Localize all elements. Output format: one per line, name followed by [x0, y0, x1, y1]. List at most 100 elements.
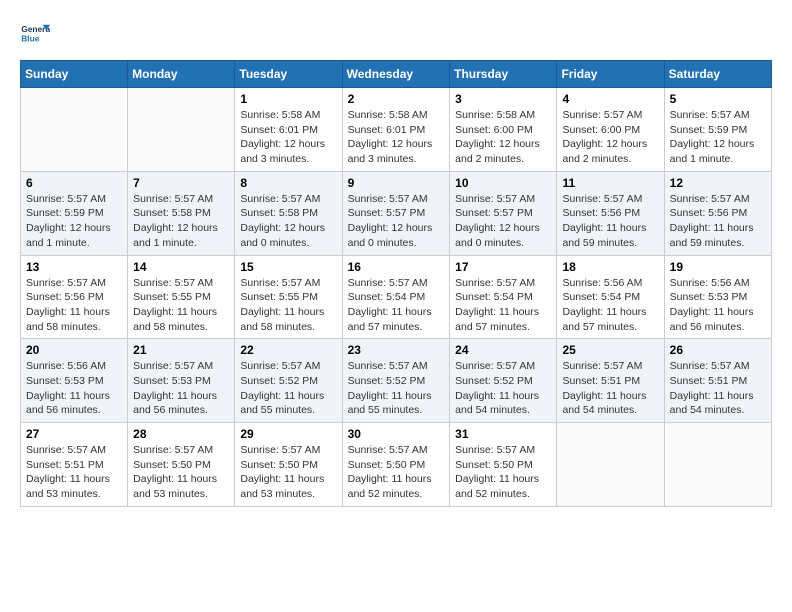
day-number: 1: [240, 92, 336, 106]
calendar-day-header: Thursday: [450, 61, 557, 88]
calendar-cell: 10Sunrise: 5:57 AMSunset: 5:57 PMDayligh…: [450, 171, 557, 255]
day-info: Sunrise: 5:57 AMSunset: 5:58 PMDaylight:…: [240, 192, 336, 251]
calendar-day-header: Wednesday: [342, 61, 450, 88]
calendar-cell: 21Sunrise: 5:57 AMSunset: 5:53 PMDayligh…: [128, 339, 235, 423]
calendar-cell: 3 Sunrise: 5:58 AMSunset: 6:00 PMDaylight…: [450, 88, 557, 172]
calendar-cell: 28 Sunrise: 5:57 AMSunset: 5:50 PMDayligh…: [128, 423, 235, 507]
day-number: 30: [348, 427, 445, 441]
day-info: Sunrise: 5:57 AMSunset: 5:54 PMDaylight:…: [455, 276, 551, 335]
calendar-day-header: Sunday: [21, 61, 128, 88]
calendar-week-row: 6 Sunrise: 5:57 AMSunset: 5:59 PMDaylight…: [21, 171, 772, 255]
day-info: Sunrise: 5:57 AMSunset: 5:54 PMDaylight:…: [348, 276, 445, 335]
calendar-cell: 12 Sunrise: 5:57 AMSunset: 5:56 PMDayligh…: [664, 171, 771, 255]
day-number: 18: [562, 260, 658, 274]
calendar-cell: 16 Sunrise: 5:57 AMSunset: 5:54 PMDayligh…: [342, 255, 450, 339]
day-info: Sunrise: 5:57 AMSunset: 5:51 PMDaylight:…: [26, 443, 122, 502]
day-number: 13: [26, 260, 122, 274]
day-info: Sunrise: 5:56 AMSunset: 5:53 PMDaylight:…: [670, 276, 766, 335]
svg-text:Blue: Blue: [21, 34, 40, 44]
day-info: Sunrise: 5:58 AMSunset: 6:01 PMDaylight:…: [240, 108, 336, 167]
day-info: Sunrise: 5:58 AMSunset: 6:00 PMDaylight:…: [455, 108, 551, 167]
day-number: 29: [240, 427, 336, 441]
calendar-cell: 22Sunrise: 5:57 AMSunset: 5:52 PMDayligh…: [235, 339, 342, 423]
day-info: Sunrise: 5:57 AMSunset: 5:58 PMDaylight:…: [133, 192, 229, 251]
day-info: Sunrise: 5:57 AMSunset: 5:52 PMDaylight:…: [348, 359, 445, 418]
day-number: 27: [26, 427, 122, 441]
calendar-week-row: 20Sunrise: 5:56 AMSunset: 5:53 PMDayligh…: [21, 339, 772, 423]
day-info: Sunrise: 5:57 AMSunset: 6:00 PMDaylight:…: [562, 108, 658, 167]
calendar-cell: 26 Sunrise: 5:57 AMSunset: 5:51 PMDayligh…: [664, 339, 771, 423]
day-number: 6: [26, 176, 122, 190]
day-number: 16: [348, 260, 445, 274]
day-info: Sunrise: 5:57 AMSunset: 5:52 PMDaylight:…: [455, 359, 551, 418]
calendar-week-row: 1 Sunrise: 5:58 AMSunset: 6:01 PMDaylight…: [21, 88, 772, 172]
calendar-cell: 2 Sunrise: 5:58 AMSunset: 6:01 PMDaylight…: [342, 88, 450, 172]
day-number: 5: [670, 92, 766, 106]
day-number: 24: [455, 343, 551, 357]
calendar-cell: 18 Sunrise: 5:56 AMSunset: 5:54 PMDayligh…: [557, 255, 664, 339]
day-info: Sunrise: 5:57 AMSunset: 5:51 PMDaylight:…: [670, 359, 766, 418]
calendar-cell: 27 Sunrise: 5:57 AMSunset: 5:51 PMDayligh…: [21, 423, 128, 507]
day-info: Sunrise: 5:57 AMSunset: 5:56 PMDaylight:…: [670, 192, 766, 251]
day-number: 26: [670, 343, 766, 357]
day-info: Sunrise: 5:57 AMSunset: 5:55 PMDaylight:…: [240, 276, 336, 335]
day-info: Sunrise: 5:57 AMSunset: 5:50 PMDaylight:…: [133, 443, 229, 502]
calendar-cell: [21, 88, 128, 172]
day-number: 15: [240, 260, 336, 274]
calendar-cell: 13 Sunrise: 5:57 AMSunset: 5:56 PMDayligh…: [21, 255, 128, 339]
day-info: Sunrise: 5:57 AMSunset: 5:50 PMDaylight:…: [348, 443, 445, 502]
logo: General Blue: [20, 20, 50, 50]
calendar-cell: 14Sunrise: 5:57 AMSunset: 5:55 PMDayligh…: [128, 255, 235, 339]
day-number: 19: [670, 260, 766, 274]
calendar-cell: 6 Sunrise: 5:57 AMSunset: 5:59 PMDaylight…: [21, 171, 128, 255]
day-number: 28: [133, 427, 229, 441]
day-number: 3: [455, 92, 551, 106]
calendar-day-header: Saturday: [664, 61, 771, 88]
day-number: 14: [133, 260, 229, 274]
calendar-cell: 1 Sunrise: 5:58 AMSunset: 6:01 PMDaylight…: [235, 88, 342, 172]
calendar-cell: 4 Sunrise: 5:57 AMSunset: 6:00 PMDaylight…: [557, 88, 664, 172]
day-info: Sunrise: 5:57 AMSunset: 5:56 PMDaylight:…: [562, 192, 658, 251]
day-number: 23: [348, 343, 445, 357]
calendar-cell: 20Sunrise: 5:56 AMSunset: 5:53 PMDayligh…: [21, 339, 128, 423]
calendar-cell: 30 Sunrise: 5:57 AMSunset: 5:50 PMDayligh…: [342, 423, 450, 507]
day-number: 11: [562, 176, 658, 190]
day-info: Sunrise: 5:57 AMSunset: 5:52 PMDaylight:…: [240, 359, 336, 418]
calendar-week-row: 13 Sunrise: 5:57 AMSunset: 5:56 PMDayligh…: [21, 255, 772, 339]
calendar-cell: 24 Sunrise: 5:57 AMSunset: 5:52 PMDayligh…: [450, 339, 557, 423]
calendar-day-header: Monday: [128, 61, 235, 88]
calendar-cell: [557, 423, 664, 507]
calendar-cell: 11 Sunrise: 5:57 AMSunset: 5:56 PMDayligh…: [557, 171, 664, 255]
day-info: Sunrise: 5:56 AMSunset: 5:53 PMDaylight:…: [26, 359, 122, 418]
day-info: Sunrise: 5:57 AMSunset: 5:59 PMDaylight:…: [26, 192, 122, 251]
calendar-day-header: Tuesday: [235, 61, 342, 88]
calendar-cell: [664, 423, 771, 507]
calendar-cell: 19 Sunrise: 5:56 AMSunset: 5:53 PMDayligh…: [664, 255, 771, 339]
calendar-cell: 29 Sunrise: 5:57 AMSunset: 5:50 PMDayligh…: [235, 423, 342, 507]
calendar-cell: 8 Sunrise: 5:57 AMSunset: 5:58 PMDaylight…: [235, 171, 342, 255]
day-info: Sunrise: 5:58 AMSunset: 6:01 PMDaylight:…: [348, 108, 445, 167]
day-info: Sunrise: 5:57 AMSunset: 5:56 PMDaylight:…: [26, 276, 122, 335]
day-number: 31: [455, 427, 551, 441]
calendar-cell: 31 Sunrise: 5:57 AMSunset: 5:50 PMDayligh…: [450, 423, 557, 507]
day-info: Sunrise: 5:56 AMSunset: 5:54 PMDaylight:…: [562, 276, 658, 335]
logo-icon: General Blue: [20, 20, 50, 50]
day-number: 12: [670, 176, 766, 190]
calendar-header-row: SundayMondayTuesdayWednesdayThursdayFrid…: [21, 61, 772, 88]
day-number: 4: [562, 92, 658, 106]
calendar-cell: 9 Sunrise: 5:57 AMSunset: 5:57 PMDaylight…: [342, 171, 450, 255]
calendar-cell: 7Sunrise: 5:57 AMSunset: 5:58 PMDaylight…: [128, 171, 235, 255]
day-info: Sunrise: 5:57 AMSunset: 5:57 PMDaylight:…: [348, 192, 445, 251]
day-number: 9: [348, 176, 445, 190]
calendar-week-row: 27 Sunrise: 5:57 AMSunset: 5:51 PMDayligh…: [21, 423, 772, 507]
day-info: Sunrise: 5:57 AMSunset: 5:50 PMDaylight:…: [240, 443, 336, 502]
day-number: 8: [240, 176, 336, 190]
day-info: Sunrise: 5:57 AMSunset: 5:50 PMDaylight:…: [455, 443, 551, 502]
calendar-cell: 23 Sunrise: 5:57 AMSunset: 5:52 PMDayligh…: [342, 339, 450, 423]
calendar-table: SundayMondayTuesdayWednesdayThursdayFrid…: [20, 60, 772, 507]
calendar-cell: 15 Sunrise: 5:57 AMSunset: 5:55 PMDayligh…: [235, 255, 342, 339]
day-number: 21: [133, 343, 229, 357]
day-number: 2: [348, 92, 445, 106]
calendar-cell: 5Sunrise: 5:57 AMSunset: 5:59 PMDaylight…: [664, 88, 771, 172]
calendar-cell: [128, 88, 235, 172]
